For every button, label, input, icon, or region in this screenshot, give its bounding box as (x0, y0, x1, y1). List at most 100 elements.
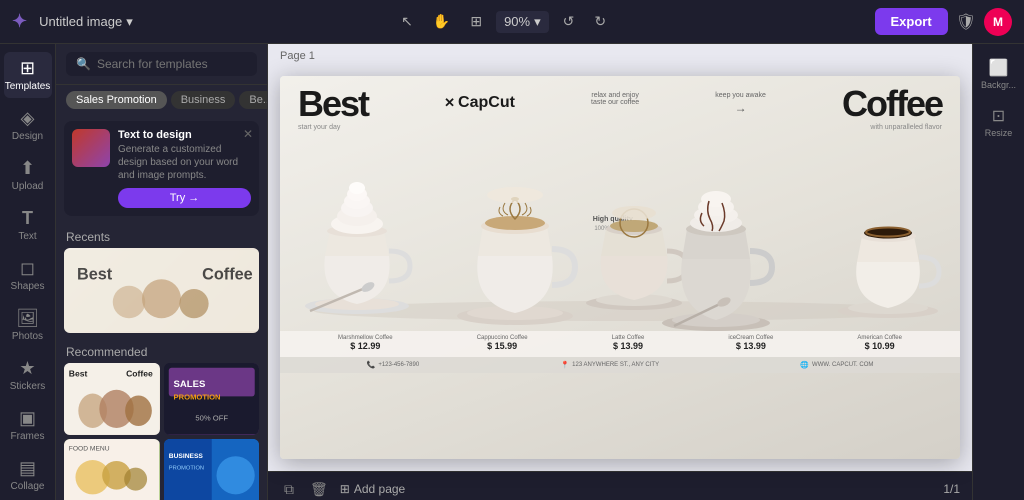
best-heading: Best (298, 86, 368, 122)
resize-panel-item[interactable]: ⊡ Resize (977, 100, 1021, 144)
duplicate-page-button[interactable]: ⧉ (280, 479, 298, 500)
start-day-text: start your day (298, 124, 368, 131)
app-logo: ✦ (12, 11, 27, 32)
product-3: Latte Coffee $ 13.99 (612, 335, 645, 351)
bottom-left-controls: ⧉ 🗑 ⊞ Add page (280, 479, 405, 500)
filter-tab-sales[interactable]: Sales Promotion (66, 91, 167, 109)
svg-text:Best: Best (69, 369, 88, 379)
templates-icon: ⊞ (20, 58, 35, 79)
template-item-4[interactable]: BUSINESS PROMOTION (164, 439, 260, 500)
relax-text: relax and enjoy (591, 92, 638, 99)
sidebar-item-upload[interactable]: ⬆ Upload (4, 152, 52, 198)
sidebar-item-templates[interactable]: ⊞ Templates (4, 52, 52, 98)
ai-try-button[interactable]: Try → (118, 188, 251, 208)
sidebar-item-shapes[interactable]: ◻ Shapes (4, 252, 52, 298)
svg-text:BUSINESS: BUSINESS (168, 453, 203, 460)
filter-tab-more[interactable]: Be... (239, 91, 267, 109)
chevron-down-icon: ▾ (534, 14, 541, 30)
ai-card-text: Text to design Generate a customized des… (118, 129, 251, 208)
filter-tabs: Sales Promotion Business Be... (56, 85, 267, 115)
recent-template-1[interactable]: Best Coffee (64, 248, 259, 333)
background-panel-item[interactable]: ⬜ Backgr... (977, 52, 1021, 96)
svg-text:FOOD MENU: FOOD MENU (69, 445, 110, 452)
ai-card: Text to design Generate a customized des… (64, 121, 259, 216)
footer-address: 📍 123 ANYWHERE ST., ANY CITY (560, 361, 659, 369)
add-page-button[interactable]: ⊞ Add page (340, 482, 405, 496)
ai-card-description: Generate a customized design based on yo… (118, 143, 251, 182)
search-icon: 🔍 (76, 57, 91, 71)
svg-text:SALES: SALES (173, 379, 205, 390)
search-box[interactable]: 🔍 (66, 52, 257, 76)
avatar: M (984, 8, 1012, 36)
unparalleled-text: with unparalleled flavor (870, 124, 942, 131)
page-counter: 1/1 (943, 482, 960, 496)
canvas-wrapper: Best start your day ✕ CapCut relax and e… (268, 44, 972, 471)
product-4: iceCream Coffee $ 13.99 (728, 335, 773, 351)
sidebar-item-frames[interactable]: ▣ Frames (4, 402, 52, 448)
filter-tab-business[interactable]: Business (171, 91, 236, 109)
toolbar-right: Export 🛡 M (875, 8, 1012, 36)
sidebar-item-stickers[interactable]: ★ Stickers (4, 352, 52, 398)
zoom-control[interactable]: 90% ▾ (496, 11, 549, 33)
templates-scroll: Recents Best Coffee Recommended (56, 222, 267, 500)
background-icon: ⬜ (989, 58, 1009, 78)
svg-text:50% OFF: 50% OFF (195, 414, 228, 423)
stickers-icon: ★ (19, 358, 35, 379)
canvas-inner: Best start your day ✕ CapCut relax and e… (280, 76, 960, 459)
coffee-heading: Coffee (842, 86, 942, 122)
template-item-3[interactable]: FOOD MENU (64, 439, 160, 500)
top-toolbar: ✦ Untitled image ▾ ↖ ✋ ⊞ 90% ▾ ↺ ↻ Expor… (0, 0, 1024, 44)
icon-sidebar: ⊞ Templates ◈ Design ⬆ Upload T Text ◻ S… (0, 44, 56, 500)
svg-text:Best: Best (77, 265, 113, 283)
right-panel: ⬜ Backgr... ⊡ Resize (972, 44, 1024, 500)
hand-tool-button[interactable]: ✋ (427, 9, 456, 34)
svg-text:Coffee: Coffee (126, 369, 153, 379)
footer-website: 🌐 WWW. CAPCUT. COM (800, 361, 873, 369)
canvas-frame[interactable]: Best start your day ✕ CapCut relax and e… (280, 76, 960, 459)
resize-icon: ⊡ (992, 106, 1005, 126)
taste-text: taste our coffee (591, 99, 639, 106)
product-5: American Coffee $ 10.99 (857, 335, 902, 351)
sidebar-item-photos[interactable]: 🖼 Photos (4, 302, 52, 348)
photos-icon: 🖼 (16, 308, 39, 329)
add-page-icon: ⊞ (340, 482, 350, 496)
design-icon: ◈ (21, 108, 35, 129)
main-layout: ⊞ Templates ◈ Design ⬆ Upload T Text ◻ S… (0, 44, 1024, 500)
search-input[interactable] (97, 57, 247, 71)
product-2: Cappuccino Coffee $ 15.99 (477, 335, 528, 351)
sidebar-item-design[interactable]: ◈ Design (4, 102, 52, 148)
grid-tool-button[interactable]: ⊞ (464, 9, 488, 34)
upload-icon: ⬆ (20, 158, 35, 179)
template-grid: Best Coffee SALES PROMOTION 50% OFF (64, 363, 259, 500)
svg-text:PROMOTION: PROMOTION (173, 393, 220, 402)
export-button[interactable]: Export (875, 8, 948, 35)
sidebar-item-text[interactable]: T Text (4, 202, 52, 248)
recents-row: Best Coffee (64, 248, 259, 333)
product-1: Marshmellow Coffee $ 12.99 (338, 335, 393, 351)
delete-page-button[interactable]: 🗑 (306, 479, 332, 500)
canvas-area: Page 1 Best start your day ✕ CapCut (268, 44, 972, 500)
template-item-1[interactable]: Best Coffee (64, 363, 160, 435)
template-item-2[interactable]: SALES PROMOTION 50% OFF (164, 363, 260, 435)
keep-awake-text: keep you awake (715, 92, 766, 99)
cursor-tool-button[interactable]: ↖ (395, 9, 419, 34)
collage-icon: ▤ (19, 458, 36, 479)
shield-icon: 🛡 (956, 12, 976, 32)
recommended-label: Recommended (64, 337, 259, 363)
capcut-logo-text: CapCut (458, 94, 515, 112)
text-icon: T (22, 208, 33, 229)
templates-panel: 🔍 Sales Promotion Business Be... Text to… (56, 44, 268, 500)
sidebar-item-collage[interactable]: ▤ Collage (4, 452, 52, 498)
doc-title[interactable]: Untitled image ▾ (39, 14, 133, 30)
page-label: Page 1 (268, 44, 327, 68)
bottom-bar: ⧉ 🗑 ⊞ Add page 1/1 (268, 471, 972, 500)
toolbar-left: ✦ Untitled image ▾ (12, 11, 133, 32)
redo-button[interactable]: ↻ (588, 9, 612, 34)
search-area: 🔍 (56, 44, 267, 85)
svg-text:PROMOTION: PROMOTION (168, 465, 203, 471)
toolbar-center: ↖ ✋ ⊞ 90% ▾ ↺ ↻ (141, 9, 867, 34)
ai-card-title: Text to design (118, 129, 251, 141)
recents-label: Recents (64, 222, 259, 248)
undo-button[interactable]: ↺ (557, 9, 581, 34)
ai-card-close-button[interactable]: ✕ (243, 127, 253, 141)
